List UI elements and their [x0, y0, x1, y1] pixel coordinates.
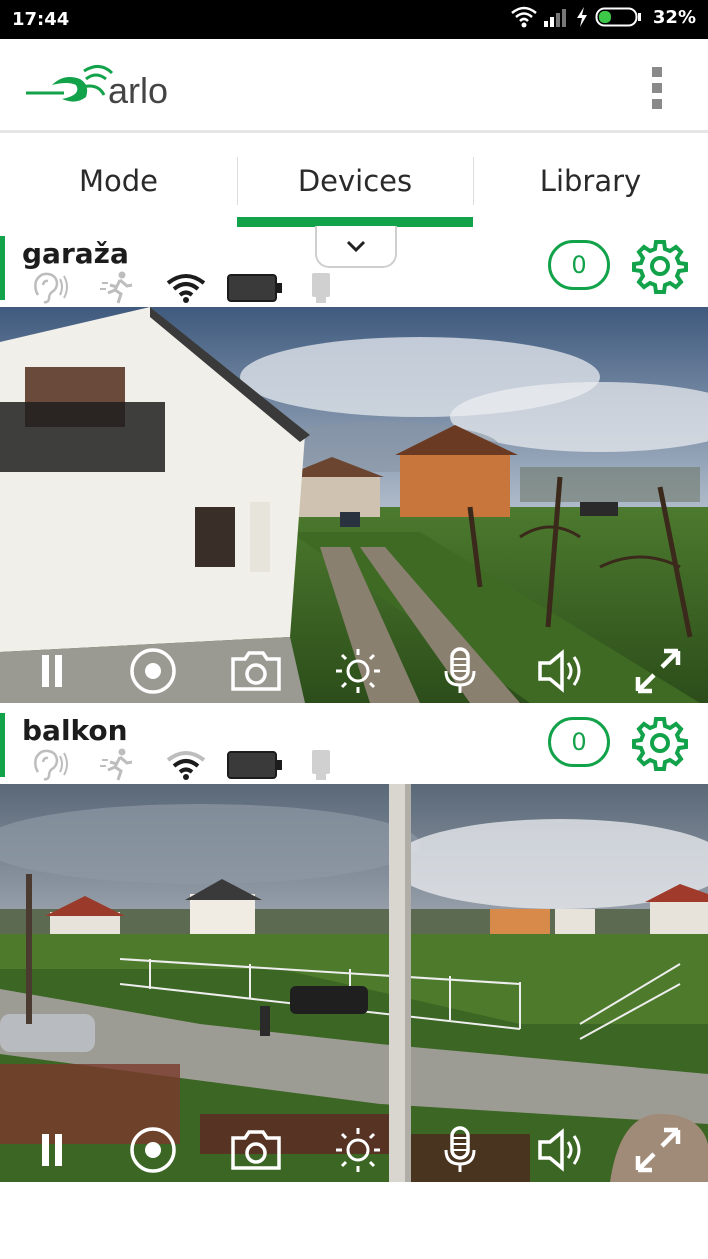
camera-snapshot-icon[interactable]	[228, 647, 284, 695]
device-card: garaža 0	[0, 229, 708, 703]
camera-battery-icon	[226, 748, 284, 787]
brand-text: arlo	[108, 70, 168, 111]
settings-gear-icon[interactable]	[632, 238, 688, 294]
overflow-menu-button[interactable]	[650, 67, 664, 109]
brightness-icon[interactable]	[330, 647, 386, 695]
tab-devices[interactable]: Devices	[237, 133, 473, 229]
pause-icon[interactable]	[24, 647, 80, 695]
device-accent-bar	[0, 713, 5, 777]
wifi-status-icon	[511, 6, 537, 28]
microphone-icon[interactable]	[432, 1126, 488, 1174]
brightness-icon[interactable]	[330, 1126, 386, 1174]
camera-battery-icon	[226, 271, 284, 310]
pause-icon[interactable]	[24, 1126, 80, 1174]
device-name: garaža	[22, 237, 129, 270]
status-bar: 17:44 32%	[0, 0, 708, 39]
camera-feed[interactable]	[0, 307, 708, 703]
tab-label: Library	[539, 164, 642, 198]
fullscreen-icon[interactable]	[630, 647, 686, 695]
camera-snapshot-icon[interactable]	[228, 1126, 284, 1174]
camera-controls-bar	[0, 639, 708, 703]
camera-feed[interactable]	[0, 784, 708, 1182]
clip-count-badge[interactable]: 0	[548, 240, 610, 290]
status-time: 17:44	[12, 9, 70, 30]
device-name: balkon	[22, 714, 128, 747]
device-accent-bar	[0, 236, 5, 300]
usb-storage-icon	[308, 748, 334, 787]
status-icons: 32%	[511, 6, 696, 28]
record-icon[interactable]	[125, 647, 181, 695]
tab-bar: Mode Devices Library	[0, 133, 708, 229]
speaker-icon[interactable]	[534, 1126, 590, 1174]
device-header: balkon 0	[0, 706, 708, 784]
app-bar: arlo	[0, 39, 708, 133]
device-card: balkon 0	[0, 706, 708, 1182]
camera-controls-bar	[0, 1118, 708, 1182]
fullscreen-icon[interactable]	[630, 1126, 686, 1174]
signal-icon	[543, 9, 566, 27]
wifi-signal-icon	[166, 748, 206, 787]
tab-mode[interactable]: Mode	[0, 133, 237, 229]
clip-count-badge[interactable]: 0	[548, 717, 610, 767]
chevron-down-icon	[346, 240, 366, 253]
usb-storage-icon	[308, 271, 334, 310]
motion-detection-icon	[100, 748, 140, 787]
tab-label: Mode	[78, 164, 158, 198]
audio-detection-icon	[30, 748, 70, 787]
speaker-icon[interactable]	[534, 647, 590, 695]
battery-percent: 32%	[652, 6, 696, 28]
tab-library[interactable]: Library	[473, 133, 708, 229]
record-icon[interactable]	[125, 1126, 181, 1174]
collapse-toggle-button[interactable]	[315, 226, 397, 268]
arlo-logo: arlo	[26, 65, 168, 111]
tab-label: Devices	[297, 164, 413, 198]
wifi-signal-icon	[166, 271, 206, 310]
motion-detection-icon	[100, 271, 140, 310]
microphone-icon[interactable]	[432, 647, 488, 695]
audio-detection-icon	[30, 271, 70, 310]
charging-icon	[576, 7, 587, 27]
battery-icon	[595, 7, 641, 27]
settings-gear-icon[interactable]	[632, 715, 688, 771]
